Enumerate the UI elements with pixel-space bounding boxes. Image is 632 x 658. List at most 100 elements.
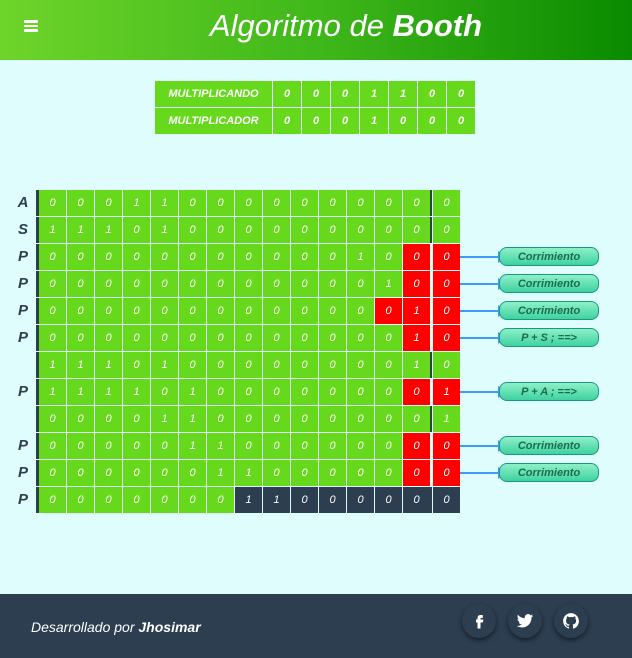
row-label: P <box>17 302 28 319</box>
bit-cell: 0 <box>151 487 178 513</box>
bit-cell: 0 <box>319 379 346 405</box>
bit-toggle[interactable]: 0 <box>447 108 475 134</box>
step-row: 000011000000001 <box>10 406 461 432</box>
facebook-button[interactable] <box>462 604 496 638</box>
bit-cell: 0 <box>95 244 122 270</box>
bit-cell: 0 <box>123 433 150 459</box>
step-row: P000000000000010P + S ; ==> <box>10 325 599 351</box>
bit-cell: 0 <box>67 298 94 324</box>
bit-separator <box>430 352 432 378</box>
bit-cell: 0 <box>179 325 206 351</box>
bit-cell: 0 <box>291 379 318 405</box>
bit-toggle[interactable]: 0 <box>447 81 475 107</box>
row-label: A <box>17 194 29 211</box>
bit-cell: 1 <box>403 352 430 378</box>
bit-toggle[interactable]: 0 <box>302 81 330 107</box>
bit-cell: 0 <box>95 298 122 324</box>
operation-button[interactable]: Corrimiento <box>499 301 599 320</box>
bit-cell: 0 <box>67 244 94 270</box>
step-row: S111010000000000 <box>10 217 461 243</box>
bit-cell: 0 <box>39 460 66 486</box>
bit-cell: 0 <box>235 217 262 243</box>
operation-button[interactable]: Corrimiento <box>499 247 599 266</box>
bit-cell: 1 <box>179 379 206 405</box>
bit-cell: 0 <box>123 271 150 297</box>
bit-cell: 0 <box>39 433 66 459</box>
bit-toggle[interactable]: 1 <box>389 81 417 107</box>
bit-toggle[interactable]: 0 <box>418 108 446 134</box>
bit-cell: 1 <box>375 271 402 297</box>
bit-cell: 0 <box>319 487 346 513</box>
input-label: MULTIPLICADOR <box>155 108 272 134</box>
operation-button[interactable]: Corrimiento <box>499 463 599 482</box>
bit-cell: 0 <box>319 460 346 486</box>
bit-separator <box>430 244 432 270</box>
page-title: Algoritmo de Booth <box>209 8 483 43</box>
bit-cell: 1 <box>67 217 94 243</box>
step-row: P 0 0 0 0 0 0 1 1 0 0 0 0 0 0 0 Corrimiento <box>10 460 599 486</box>
bit-toggle[interactable]: 0 <box>331 108 359 134</box>
bit-cell: 1 <box>39 379 66 405</box>
arrow-right-icon <box>460 386 507 398</box>
bit-cell: 0 <box>403 190 430 216</box>
bit-cell: 0 <box>263 433 290 459</box>
bit-cell: 0 <box>347 460 374 486</box>
bit-cell: 0 <box>179 217 206 243</box>
bit-cell: 0 <box>347 352 374 378</box>
bit-cell: 0 <box>319 325 346 351</box>
bit-cell: 0 <box>235 352 262 378</box>
bit-separator <box>430 460 432 486</box>
bit-toggle[interactable]: 0 <box>273 108 301 134</box>
bit-separator <box>430 487 432 513</box>
operation-button[interactable]: Corrimiento <box>499 274 599 293</box>
twitter-icon <box>516 614 534 628</box>
bit-toggle[interactable]: 0 <box>331 81 359 107</box>
operation-button[interactable]: P + A ; ==> <box>499 382 599 401</box>
bit-cell: 0 <box>433 244 460 270</box>
bit-cell: 0 <box>39 325 66 351</box>
bit-toggle[interactable]: 1 <box>360 81 388 107</box>
bit-cell: 1 <box>179 433 206 459</box>
bit-cell: 0 <box>319 406 346 432</box>
bit-cell: 0 <box>319 271 346 297</box>
operation-button[interactable]: P + S ; ==> <box>499 328 599 347</box>
bit-cell: 0 <box>347 379 374 405</box>
bit-cell: 0 <box>263 406 290 432</box>
bit-cell: 0 <box>347 271 374 297</box>
bit-cell: 0 <box>123 460 150 486</box>
bit-cell: 0 <box>263 217 290 243</box>
bit-cell: 0 <box>207 298 234 324</box>
bit-cell: 0 <box>263 460 290 486</box>
bit-cell: 0 <box>123 244 150 270</box>
bit-toggle[interactable]: 0 <box>389 108 417 134</box>
bit-cell: 0 <box>67 406 94 432</box>
bit-cell: 0 <box>151 460 178 486</box>
bit-cell: 0 <box>403 244 430 270</box>
bit-cell: 0 <box>347 487 374 513</box>
step-row: P 0 0 0 0 0 0 0 0 0 0 0 0 1 0 0 Corrimiento <box>10 271 599 297</box>
bit-cell: 0 <box>319 244 346 270</box>
bit-cell: 1 <box>123 379 150 405</box>
bit-cell: 1 <box>207 460 234 486</box>
bit-cell: 1 <box>67 352 94 378</box>
bit-toggle[interactable]: 1 <box>360 108 388 134</box>
bit-separator <box>430 190 432 216</box>
operation-button[interactable]: Corrimiento <box>499 436 599 455</box>
bit-toggle[interactable]: 0 <box>273 81 301 107</box>
github-button[interactable] <box>554 604 588 638</box>
bit-cell: 0 <box>291 298 318 324</box>
bit-cell: 0 <box>347 190 374 216</box>
bit-separator <box>430 379 432 405</box>
bit-separator <box>430 325 432 351</box>
bit-cell: 0 <box>375 325 402 351</box>
bit-cell: 0 <box>67 271 94 297</box>
bit-toggle[interactable]: 0 <box>302 108 330 134</box>
twitter-button[interactable] <box>508 604 542 638</box>
bit-toggle[interactable]: 0 <box>418 81 446 107</box>
bit-cell: 1 <box>151 190 178 216</box>
bit-cell: 0 <box>39 406 66 432</box>
bit-cell: 0 <box>375 433 402 459</box>
bit-cell: 0 <box>95 433 122 459</box>
bit-cell: 0 <box>347 406 374 432</box>
bit-cell: 1 <box>263 487 290 513</box>
